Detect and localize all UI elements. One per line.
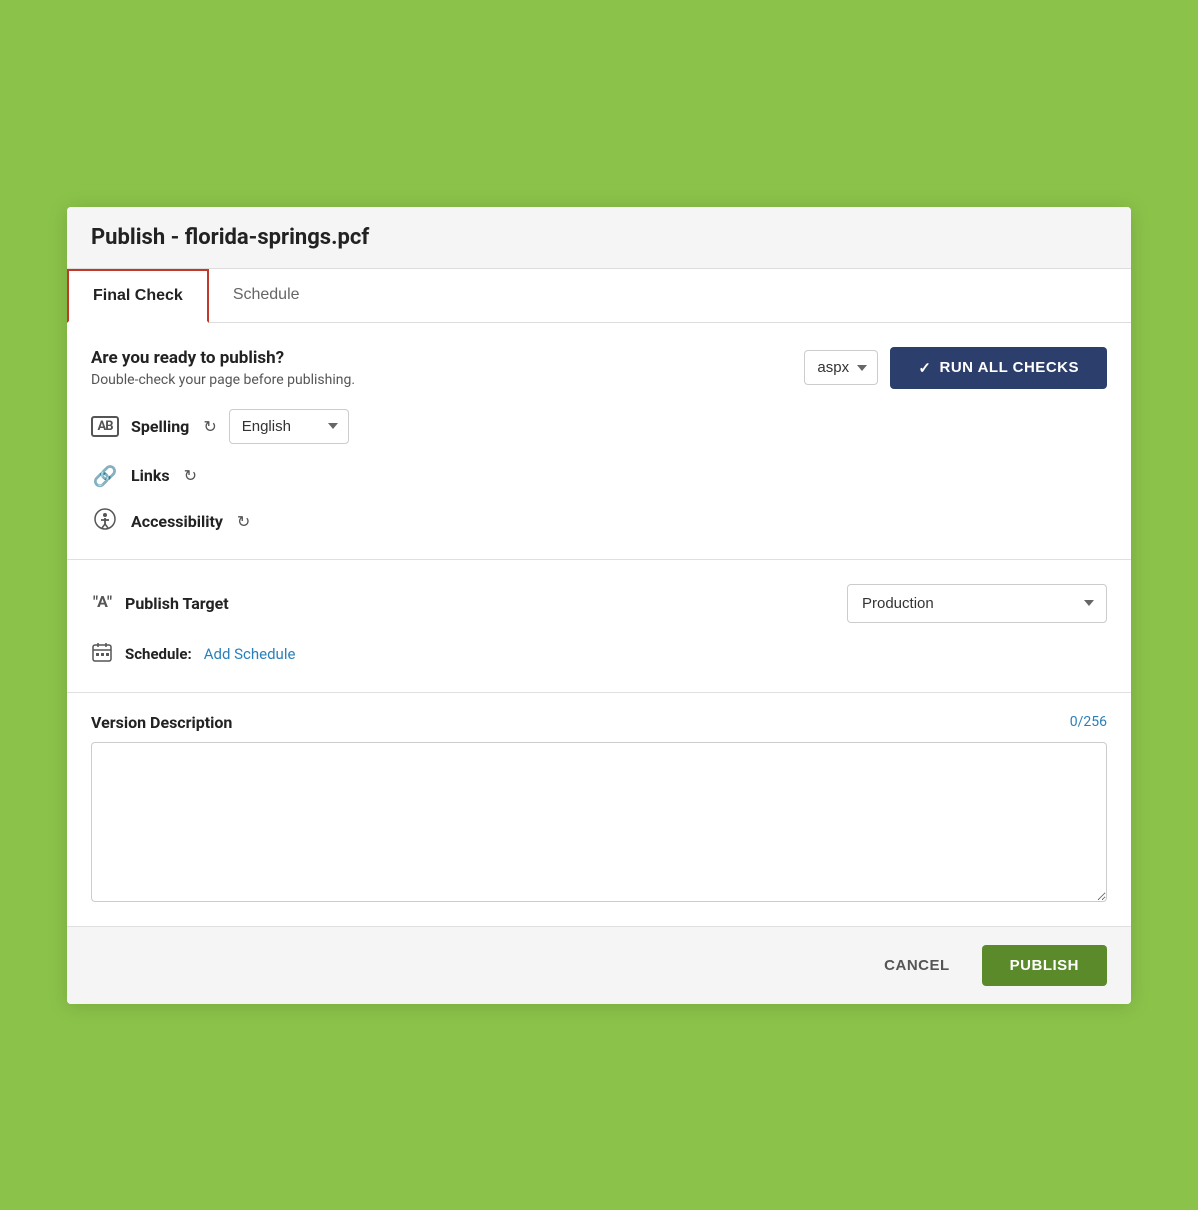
spelling-refresh-icon[interactable]: ↻ [203,417,216,436]
schedule-text-label: Schedule: [125,645,192,663]
links-label: Links [131,466,170,485]
accessibility-refresh-icon[interactable]: ↻ [237,512,250,531]
add-schedule-link[interactable]: Add Schedule [204,645,296,663]
publish-target-section: "A" Publish Target Production Staging [67,560,1131,693]
version-description-label: Version Description [91,713,232,732]
links-refresh-icon[interactable]: ↻ [184,466,197,485]
links-check-row: 🔗 Links ↻ [91,464,1107,488]
tab-final-check[interactable]: Final Check [67,269,209,323]
schedule-calendar-icon [91,641,113,668]
dialog-title-bar: Publish - florida-springs.pcf [67,207,1131,269]
publish-button[interactable]: PUBLISH [982,945,1107,986]
checkmark-icon: ✓ [918,359,931,377]
production-select[interactable]: Production Staging [847,584,1107,623]
version-header: Version Description 0/256 [91,713,1107,732]
publish-target-icon: "A" [91,590,113,617]
publish-target-label: Publish Target [125,594,229,613]
accessibility-check-row: Accessibility ↻ [91,508,1107,535]
ready-section: Are you ready to publish? Double-check y… [67,323,1131,560]
version-count: 0/256 [1070,714,1107,730]
publish-target-row: "A" Publish Target Production Staging [91,584,1107,623]
publish-target-left: "A" Publish Target [91,590,229,617]
svg-text:"A": "A" [93,592,112,611]
accessibility-icon [91,508,119,535]
dialog-wrapper: Publish - florida-springs.pcf Final Chec… [59,199,1139,1012]
version-description-textarea[interactable] [91,742,1107,902]
version-description-section: Version Description 0/256 [67,693,1131,927]
tab-schedule[interactable]: Schedule [209,269,324,322]
links-icon: 🔗 [91,464,119,488]
ready-text: Are you ready to publish? Double-check y… [91,348,355,388]
cancel-button[interactable]: CANCEL [868,947,966,984]
dialog-footer: CANCEL PUBLISH [67,927,1131,1004]
spelling-icon: AB [91,416,119,437]
check-rows: AB Spelling ↻ English Spanish French 🔗 L… [91,409,1107,535]
ready-row: Are you ready to publish? Double-check y… [91,347,1107,389]
ready-heading: Are you ready to publish? [91,348,355,368]
ready-actions: aspx ✓ RUN ALL CHECKS [804,347,1107,389]
spelling-label: Spelling [131,417,189,436]
publish-dialog: Publish - florida-springs.pcf Final Chec… [67,207,1131,1004]
language-select[interactable]: English Spanish French [229,409,349,444]
dialog-title: Publish - florida-springs.pcf [91,225,369,250]
ready-subtext: Double-check your page before publishing… [91,372,355,388]
aspx-select[interactable]: aspx [804,350,878,385]
run-all-checks-button[interactable]: ✓ RUN ALL CHECKS [890,347,1107,389]
accessibility-label: Accessibility [131,512,223,531]
schedule-row: Schedule: Add Schedule [91,641,1107,668]
spelling-check-row: AB Spelling ↻ English Spanish French [91,409,1107,444]
tabs-row: Final Check Schedule [67,269,1131,323]
